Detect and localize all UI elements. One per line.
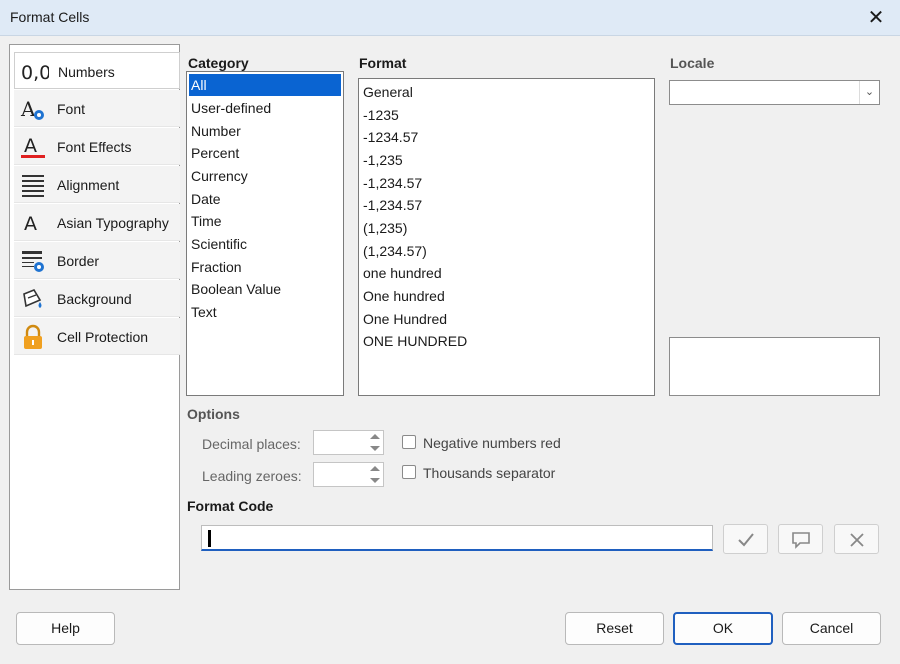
list-item[interactable]: Scientific: [189, 233, 247, 255]
remove-code-button[interactable]: [834, 524, 879, 554]
list-item[interactable]: Text: [189, 301, 217, 323]
sidebar-item-label: Alignment: [57, 177, 120, 193]
list-item[interactable]: Number: [189, 120, 241, 142]
sidebar-item-label: Border: [57, 253, 100, 269]
alignment-icon: [20, 172, 46, 198]
chevron-down-icon[interactable]: ⌄: [859, 81, 879, 104]
cancel-button[interactable]: Cancel: [782, 612, 881, 645]
stepper-buttons[interactable]: [367, 463, 383, 486]
format-code-input[interactable]: [201, 525, 713, 551]
sidebar-item-label: Cell Protection: [57, 329, 149, 345]
checkmark-icon: [738, 533, 754, 547]
thousands-separator-label: Thousands separator: [423, 465, 556, 481]
reset-button[interactable]: Reset: [565, 612, 664, 645]
list-item[interactable]: one hundred: [361, 262, 442, 284]
sidebar: 0,0 Numbers A Font A Font Effects Alignm…: [9, 44, 180, 590]
stepper-up-icon[interactable]: [370, 466, 380, 471]
list-item[interactable]: -1,234.57: [361, 172, 422, 194]
list-item[interactable]: Time: [189, 210, 222, 232]
list-item[interactable]: -1234.57: [361, 126, 418, 148]
stepper-down-icon[interactable]: [370, 446, 380, 451]
category-list[interactable]: All User-defined Number Percent Currency…: [186, 71, 344, 396]
format-preview: [669, 337, 880, 396]
thousands-separator-checkbox[interactable]: [402, 465, 416, 479]
list-item[interactable]: One hundred: [361, 285, 445, 307]
list-item[interactable]: User-defined: [189, 97, 271, 119]
svg-text:A: A: [20, 97, 36, 121]
numbers-icon: 0,0: [21, 59, 51, 85]
list-item[interactable]: One Hundred: [361, 308, 447, 330]
sidebar-item-label: Numbers: [58, 64, 115, 80]
sidebar-item-font[interactable]: A Font: [14, 90, 180, 127]
asian-typography-icon: A: [20, 210, 46, 236]
font-effects-icon: A: [20, 134, 46, 160]
format-list[interactable]: General -1235 -1234.57 -1,235 -1,234.57 …: [358, 78, 655, 396]
ok-button[interactable]: OK: [673, 612, 773, 645]
sidebar-item-numbers[interactable]: 0,0 Numbers: [14, 52, 180, 89]
stepper-buttons[interactable]: [367, 431, 383, 454]
sidebar-item-background[interactable]: Background: [14, 280, 180, 317]
list-item[interactable]: General: [361, 81, 413, 103]
close-button[interactable]: ✕: [862, 4, 890, 32]
sidebar-item-border[interactable]: Border: [14, 242, 180, 279]
background-icon: [20, 286, 46, 312]
locale-select[interactable]: ⌄: [669, 80, 880, 105]
list-item[interactable]: Currency: [189, 165, 248, 187]
list-item[interactable]: -1,234.57: [361, 194, 422, 216]
list-item[interactable]: (1,234.57): [361, 240, 427, 262]
svg-text:A: A: [24, 213, 37, 235]
decimal-places-stepper[interactable]: [313, 430, 384, 455]
svg-text:0,0: 0,0: [21, 62, 49, 84]
category-heading: Category: [188, 55, 249, 71]
locale-heading: Locale: [670, 55, 715, 71]
decimal-places-label: Decimal places:: [202, 436, 301, 452]
apply-code-button[interactable]: [723, 524, 768, 554]
leading-zeroes-stepper[interactable]: [313, 462, 384, 487]
negative-numbers-red-label: Negative numbers red: [423, 435, 561, 451]
svg-text:A: A: [24, 135, 37, 157]
text-caret: [208, 530, 211, 547]
border-icon: [20, 248, 46, 274]
sidebar-item-alignment[interactable]: Alignment: [14, 166, 180, 203]
list-item[interactable]: Date: [189, 188, 221, 210]
window-title: Format Cells: [10, 9, 90, 25]
list-item[interactable]: ONE HUNDRED: [361, 330, 467, 352]
format-heading: Format: [359, 55, 407, 71]
format-code-heading: Format Code: [187, 498, 274, 514]
options-heading: Options: [187, 406, 240, 422]
list-item[interactable]: Boolean Value: [189, 278, 281, 300]
sidebar-item-cell-protection[interactable]: Cell Protection: [14, 318, 180, 355]
leading-zeroes-label: Leading zeroes:: [202, 468, 302, 484]
sidebar-item-label: Background: [57, 291, 132, 307]
font-icon: A: [20, 96, 46, 122]
sidebar-item-label: Asian Typography: [57, 215, 169, 231]
lock-icon: [20, 324, 46, 350]
negative-numbers-red-checkbox[interactable]: [402, 435, 416, 449]
stepper-down-icon[interactable]: [370, 478, 380, 483]
stepper-up-icon[interactable]: [370, 434, 380, 439]
list-item[interactable]: (1,235): [361, 217, 407, 239]
list-item[interactable]: Percent: [189, 142, 239, 164]
list-item[interactable]: -1,235: [361, 149, 403, 171]
sidebar-item-label: Font Effects: [57, 139, 132, 155]
edit-comment-button[interactable]: [778, 524, 823, 554]
sidebar-item-asian-typography[interactable]: A Asian Typography: [14, 204, 180, 241]
list-item[interactable]: Fraction: [189, 256, 242, 278]
list-item[interactable]: -1235: [361, 104, 399, 126]
sidebar-item-font-effects[interactable]: A Font Effects: [14, 128, 180, 165]
sidebar-item-label: Font: [57, 101, 86, 117]
help-button[interactable]: Help: [16, 612, 115, 645]
list-item[interactable]: All: [189, 74, 341, 96]
close-icon: [850, 533, 864, 547]
title-bar: Format Cells ✕: [0, 0, 900, 36]
comment-icon: [792, 532, 810, 549]
